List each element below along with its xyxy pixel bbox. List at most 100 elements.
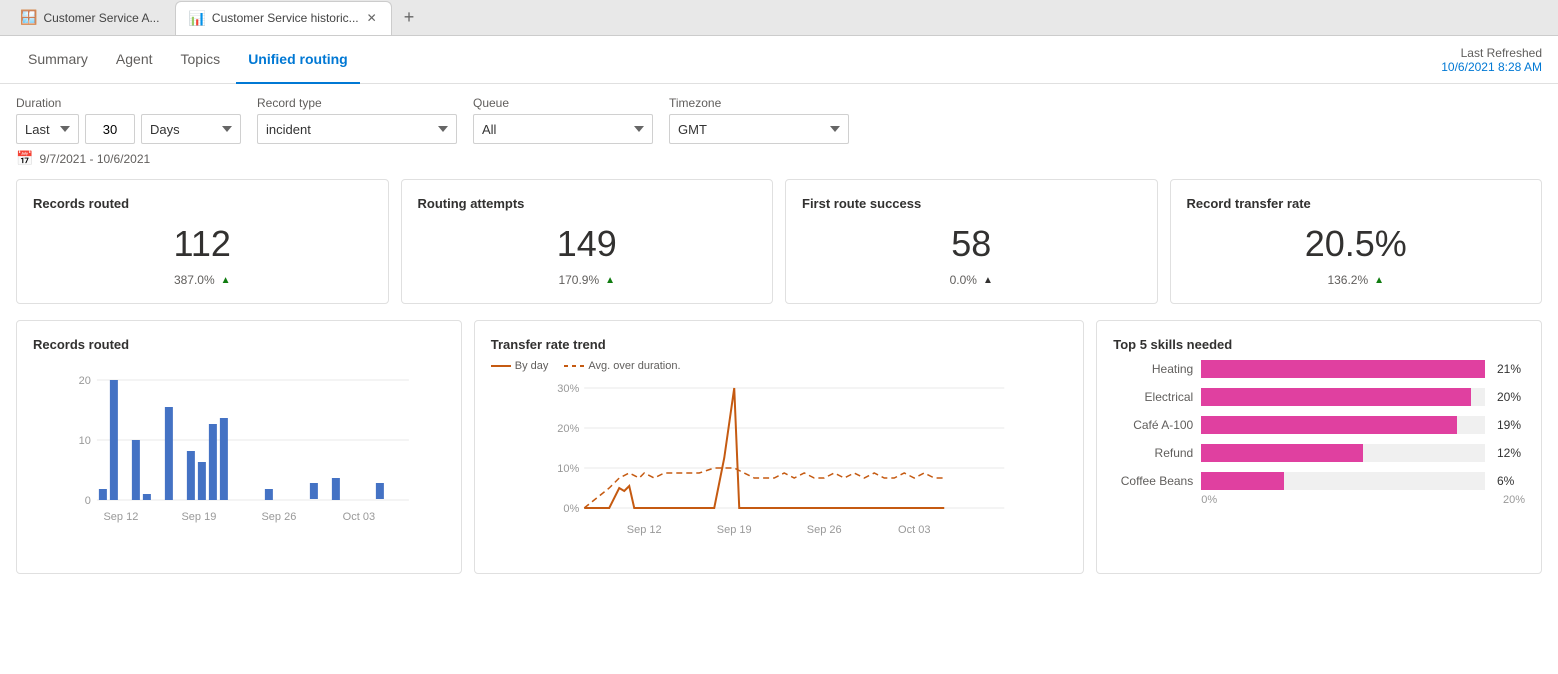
skill-bar-fill-cafe — [1201, 416, 1456, 434]
skill-label-cafe: Café A-100 — [1113, 418, 1193, 432]
kpi-records-routed-value: 112 — [33, 223, 372, 265]
kpi-first-route-success-title: First route success — [802, 196, 1141, 211]
svg-text:Sep 19: Sep 19 — [717, 524, 752, 536]
transfer-rate-legend: By day Avg. over duration. — [491, 360, 1067, 372]
skill-label-heating: Heating — [1113, 362, 1193, 376]
skills-x-0: 0% — [1201, 494, 1217, 506]
tab-topics[interactable]: Topics — [169, 36, 233, 84]
skill-bar-fill-refund — [1201, 444, 1363, 462]
app-icon-2: 📊 — [188, 10, 205, 27]
svg-text:Oct 03: Oct 03 — [343, 511, 375, 523]
kpi-first-route-success-value: 58 — [802, 223, 1141, 265]
records-routed-chart-title: Records routed — [33, 337, 445, 352]
trend-arrow-green-3: ▲ — [1374, 275, 1384, 286]
svg-text:0: 0 — [85, 495, 91, 507]
browser-tab-2[interactable]: 📊 Customer Service historic... ✕ — [175, 1, 391, 35]
svg-text:20: 20 — [79, 375, 91, 387]
kpi-first-route-success-footer: 0.0% ▲ — [802, 273, 1141, 287]
svg-text:Sep 26: Sep 26 — [261, 511, 296, 523]
duration-unit-select[interactable]: Days — [141, 114, 241, 144]
transfer-rate-svg: 30% 20% 10% 0% Sep 12 Sep 19 Sep 26 Oct … — [491, 378, 1067, 558]
duration-label: Duration — [16, 96, 241, 110]
svg-text:10: 10 — [79, 435, 91, 447]
skill-bars: Heating 21% Electrical 20% Café A-10 — [1113, 360, 1525, 490]
skill-bar-bg-heating — [1201, 360, 1485, 378]
legend-by-day: By day — [491, 360, 549, 372]
kpi-routing-attempts-trend: 170.9% — [558, 273, 599, 287]
last-refreshed-value: 10/6/2021 8:28 AM — [1441, 60, 1542, 74]
skill-bar-bg-cafe — [1201, 416, 1485, 434]
records-routed-svg: 20 10 0 — [33, 360, 445, 545]
skill-row-refund: Refund 12% — [1113, 444, 1525, 462]
kpi-records-routed-trend: 387.0% — [174, 273, 215, 287]
records-routed-chart: Records routed 20 10 0 — [16, 320, 462, 574]
app-icon-1: 🪟 — [20, 9, 37, 26]
skills-chart-title: Top 5 skills needed — [1113, 337, 1525, 352]
record-type-filter: Record type incident — [257, 96, 457, 144]
kpi-records-routed-title: Records routed — [33, 196, 372, 211]
skill-pct-heating: 21% — [1497, 362, 1525, 376]
queue-label: Queue — [473, 96, 653, 110]
close-tab-button[interactable]: ✕ — [365, 11, 379, 25]
kpi-first-route-success: First route success 58 0.0% ▲ — [785, 179, 1158, 304]
skills-chart: Top 5 skills needed Heating 21% Electric… — [1096, 320, 1542, 574]
skill-pct-refund: 12% — [1497, 446, 1525, 460]
timezone-label: Timezone — [669, 96, 849, 110]
legend-by-day-label: By day — [515, 360, 549, 372]
timezone-select[interactable]: GMT — [669, 114, 849, 144]
skill-label-electrical: Electrical — [1113, 390, 1193, 404]
kpi-routing-attempts-footer: 170.9% ▲ — [418, 273, 757, 287]
record-type-select[interactable]: incident — [257, 114, 457, 144]
dashed-line-icon — [564, 365, 584, 367]
svg-text:10%: 10% — [557, 463, 579, 475]
kpi-records-routed: Records routed 112 387.0% ▲ — [16, 179, 389, 304]
skill-label-refund: Refund — [1113, 446, 1193, 460]
skill-bar-fill-heating — [1201, 360, 1485, 378]
skill-pct-electrical: 20% — [1497, 390, 1525, 404]
svg-text:Sep 12: Sep 12 — [627, 524, 662, 536]
svg-text:20%: 20% — [557, 423, 579, 435]
kpi-routing-attempts-title: Routing attempts — [418, 196, 757, 211]
duration-value-input[interactable] — [85, 114, 135, 144]
trend-arrow-green-0: ▲ — [221, 275, 231, 286]
kpi-record-transfer-rate-value: 20.5% — [1187, 223, 1526, 265]
svg-text:30%: 30% — [557, 383, 579, 395]
browser-tab-1[interactable]: 🪟 Customer Service A... — [8, 1, 171, 35]
skill-row-cafe: Café A-100 19% — [1113, 416, 1525, 434]
trend-arrow-green-1: ▲ — [605, 275, 615, 286]
kpi-routing-attempts-value: 149 — [418, 223, 757, 265]
skill-row-coffee: Coffee Beans 6% — [1113, 472, 1525, 490]
new-tab-button[interactable]: + — [396, 7, 423, 28]
transfer-rate-chart-title: Transfer rate trend — [491, 337, 1067, 352]
skill-bar-bg-coffee — [1201, 472, 1485, 490]
kpi-record-transfer-rate: Record transfer rate 20.5% 136.2% ▲ — [1170, 179, 1543, 304]
kpi-record-transfer-rate-footer: 136.2% ▲ — [1187, 273, 1526, 287]
tab-1-label: Customer Service A... — [43, 11, 159, 25]
timezone-filter: Timezone GMT — [669, 96, 849, 144]
skill-row-heating: Heating 21% — [1113, 360, 1525, 378]
duration-type-select[interactable]: Last — [16, 114, 79, 144]
app-container: Summary Agent Topics Unified routing Las… — [0, 36, 1558, 674]
calendar-icon: 📅 — [16, 150, 33, 167]
skill-bar-bg-refund — [1201, 444, 1485, 462]
skills-x-1: 20% — [1503, 494, 1525, 506]
tab-summary[interactable]: Summary — [16, 36, 100, 84]
skill-row-electrical: Electrical 20% — [1113, 388, 1525, 406]
skills-x-axis: 0% 20% — [1113, 494, 1525, 506]
queue-filter: Queue All — [473, 96, 653, 144]
filters-row: Duration Last Days Record type incident … — [0, 84, 1558, 148]
svg-text:Sep 12: Sep 12 — [103, 511, 138, 523]
svg-text:Sep 26: Sep 26 — [807, 524, 842, 536]
last-refreshed-section: Last Refreshed 10/6/2021 8:28 AM — [1441, 46, 1542, 74]
browser-tab-bar: 🪟 Customer Service A... 📊 Customer Servi… — [0, 0, 1558, 36]
transfer-rate-chart: Transfer rate trend By day Avg. over dur… — [474, 320, 1084, 574]
kpi-routing-attempts: Routing attempts 149 170.9% ▲ — [401, 179, 774, 304]
queue-select[interactable]: All — [473, 114, 653, 144]
tab-unified-routing[interactable]: Unified routing — [236, 36, 360, 84]
date-range-text: 9/7/2021 - 10/6/2021 — [39, 152, 150, 166]
skill-bar-fill-coffee — [1201, 472, 1283, 490]
skill-pct-coffee: 6% — [1497, 474, 1525, 488]
tab-agent[interactable]: Agent — [104, 36, 165, 84]
legend-avg-label: Avg. over duration. — [588, 360, 680, 372]
kpi-record-transfer-rate-title: Record transfer rate — [1187, 196, 1526, 211]
